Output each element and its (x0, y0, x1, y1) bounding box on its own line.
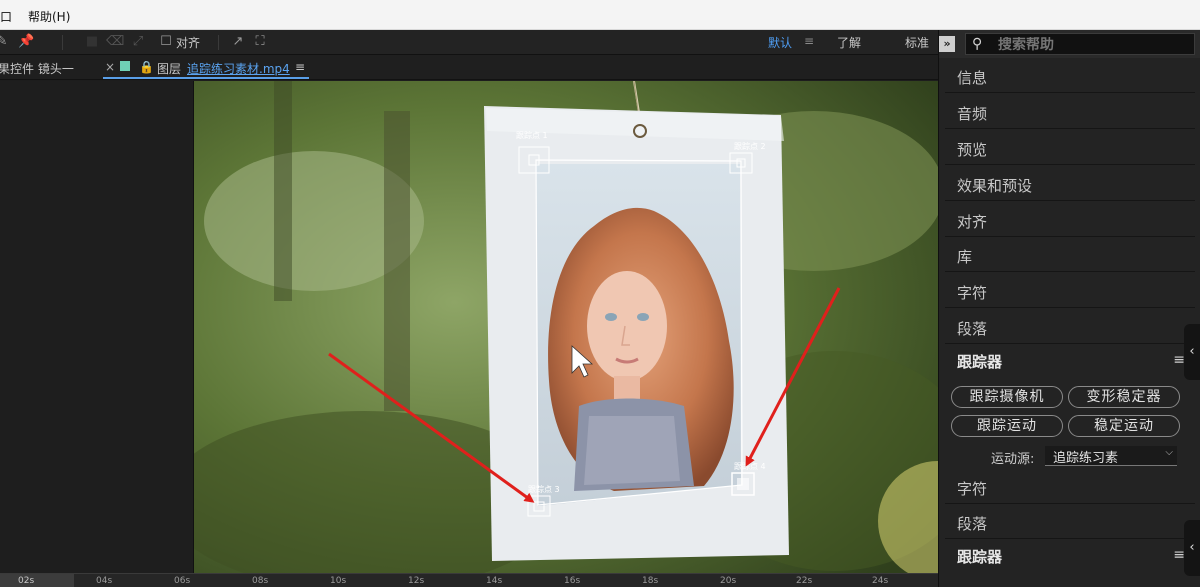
timeline-tick: 18s (642, 576, 659, 586)
snap-icon[interactable]: ⛶ (252, 34, 268, 50)
panel-paragraph[interactable]: 段落 (945, 310, 1195, 344)
motion-source-label: 运动源: (991, 452, 1035, 467)
timeline-tick: 12s (408, 576, 425, 586)
search-input[interactable] (998, 37, 1188, 53)
panel-label: 段落 (957, 320, 988, 338)
toolbar: ✎ 📌 ■ ⌫ ⤢ ☐ 对齐 ↗ ⛶ 默认 ≡ 了解 标准 (0, 30, 938, 55)
panel-menu-icon[interactable]: ≡ (295, 60, 305, 74)
motion-source-value: 追踪练习素 (1053, 451, 1119, 466)
panel-label: 音频 (957, 105, 988, 123)
tab-layer-name[interactable]: 追踪练习素材.mp4 (187, 60, 290, 77)
track-point-3-label: 跟踪点 3 (528, 484, 560, 494)
workspace-default[interactable]: 默认 (768, 34, 792, 51)
align-label: 对齐 (176, 36, 201, 50)
tracker-panel-header-2[interactable]: 跟踪器 ≡ (945, 540, 1195, 574)
warp-stabilizer-button[interactable]: 变形稳定器 (1068, 386, 1180, 408)
panel-info[interactable]: 信息 (945, 59, 1195, 93)
search-icon: ⚲ (972, 36, 983, 52)
track-point-4-label: 跟踪点 4 (734, 461, 766, 471)
brush-tool-icon[interactable]: ■ (84, 34, 100, 50)
panel-align[interactable]: 对齐 (945, 203, 1195, 237)
panel-label: 字符 (957, 284, 988, 302)
workspace-standard[interactable]: 标准 (905, 34, 929, 51)
layer-color-swatch (120, 61, 130, 71)
panel-preview[interactable]: 预览 (945, 131, 1195, 165)
menu-help[interactable]: 帮助(H) (28, 8, 70, 25)
search-row: » ⚲ (939, 30, 1200, 58)
timeline-tick: 04s (96, 576, 113, 586)
panel-character-2[interactable]: 字符 (945, 470, 1195, 504)
panel-label: 效果和预设 (957, 177, 1033, 195)
workspace-menu-icon[interactable]: ≡ (804, 34, 814, 48)
roto-tool-icon[interactable]: ⤢ (130, 34, 146, 50)
panel-label: 对齐 (957, 213, 988, 231)
timeline-current-time: 02s (18, 576, 35, 586)
collapse-panel-icon-2[interactable]: ‹ (1184, 520, 1200, 576)
timeline-tick: 06s (174, 576, 191, 586)
eraser-tool-icon[interactable]: ⌫ (106, 34, 124, 50)
timeline-tick: 22s (796, 576, 813, 586)
search-help-box[interactable]: ⚲ (965, 33, 1195, 55)
timeline-tick: 14s (486, 576, 503, 586)
menu-window[interactable]: 窗口 (0, 8, 12, 25)
lock-icon[interactable]: 🔒 (139, 60, 154, 74)
tracker-panel-header[interactable]: 跟踪器 ≡ (945, 345, 1195, 379)
timeline-ruler[interactable]: 02s 04s 06s 08s 10s 12s 14s 16s 18s 20s … (0, 573, 938, 587)
panel-label: 信息 (957, 69, 988, 87)
stabilize-motion-button[interactable]: 稳定运动 (1068, 415, 1180, 437)
timeline-tick: 24s (872, 576, 889, 586)
toolbar-divider (62, 35, 63, 50)
timeline-tick: 10s (330, 576, 347, 586)
tab-layer-prefix: 图层 (157, 62, 182, 76)
panel-label: 字符 (957, 480, 988, 498)
timeline-tick: 20s (720, 576, 737, 586)
panel-paragraph-2[interactable]: 段落 (945, 505, 1195, 539)
track-point-1-label: 跟踪点 1 (516, 130, 548, 140)
tracker-title-2: 跟踪器 (957, 548, 1003, 566)
menu-bar: 窗口 帮助(H) (0, 0, 1200, 30)
puppet-tool-icon[interactable]: ↗ (230, 34, 246, 50)
viewer-canvas: 跟踪点 1 跟踪点 2 跟踪点 3 跟踪点 4 (194, 81, 938, 573)
timeline-tick: 16s (564, 576, 581, 586)
effect-controls-panel (0, 81, 194, 573)
panel-label: 预览 (957, 141, 988, 159)
pin-tool-icon[interactable]: 📌 (18, 34, 34, 50)
tab-effect-controls[interactable]: 效果控件 镜头一 (0, 60, 74, 77)
panel-audio[interactable]: 音频 (945, 95, 1195, 129)
workspace-learn[interactable]: 了解 (837, 34, 861, 51)
panel-character[interactable]: 字符 (945, 274, 1195, 308)
panel-label: 段落 (957, 515, 988, 533)
collapse-panel-icon[interactable]: ‹ (1184, 324, 1200, 380)
right-panel-stack: » ⚲ 信息 音频 预览 效果和预设 对齐 库 字符 段落 跟踪器 ≡ 跟踪摄像… (938, 30, 1200, 587)
panel-library[interactable]: 库 (945, 238, 1195, 272)
layer-viewer[interactable]: 跟踪点 1 跟踪点 2 跟踪点 3 跟踪点 4 (194, 81, 938, 573)
panel-expand-icon[interactable]: » (939, 36, 955, 52)
panel-effects-presets[interactable]: 效果和预设 (945, 167, 1195, 201)
panel-tab-bar: 效果控件 镜头一 × 🔒 图层 追踪练习素材.mp4 ≡ (0, 55, 938, 80)
timeline-tick: 08s (252, 576, 269, 586)
panel-label: 库 (957, 248, 973, 266)
toolbar-divider (218, 35, 219, 50)
close-icon[interactable]: × (105, 60, 115, 74)
pen-tool-icon[interactable]: ✎ (0, 34, 10, 50)
align-checkbox[interactable]: ☐ (158, 34, 174, 50)
active-tab-indicator (103, 77, 309, 79)
chevron-down-icon: ⌵ (1165, 447, 1173, 458)
timeline-current-marker[interactable]: 02s (0, 574, 74, 587)
tracker-title: 跟踪器 (957, 353, 1003, 371)
motion-source-select[interactable]: 追踪练习素 ⌵ (1045, 446, 1177, 466)
track-motion-button[interactable]: 跟踪运动 (951, 415, 1063, 437)
track-point-2-label: 跟踪点 2 (734, 141, 766, 151)
track-camera-button[interactable]: 跟踪摄像机 (951, 386, 1063, 408)
